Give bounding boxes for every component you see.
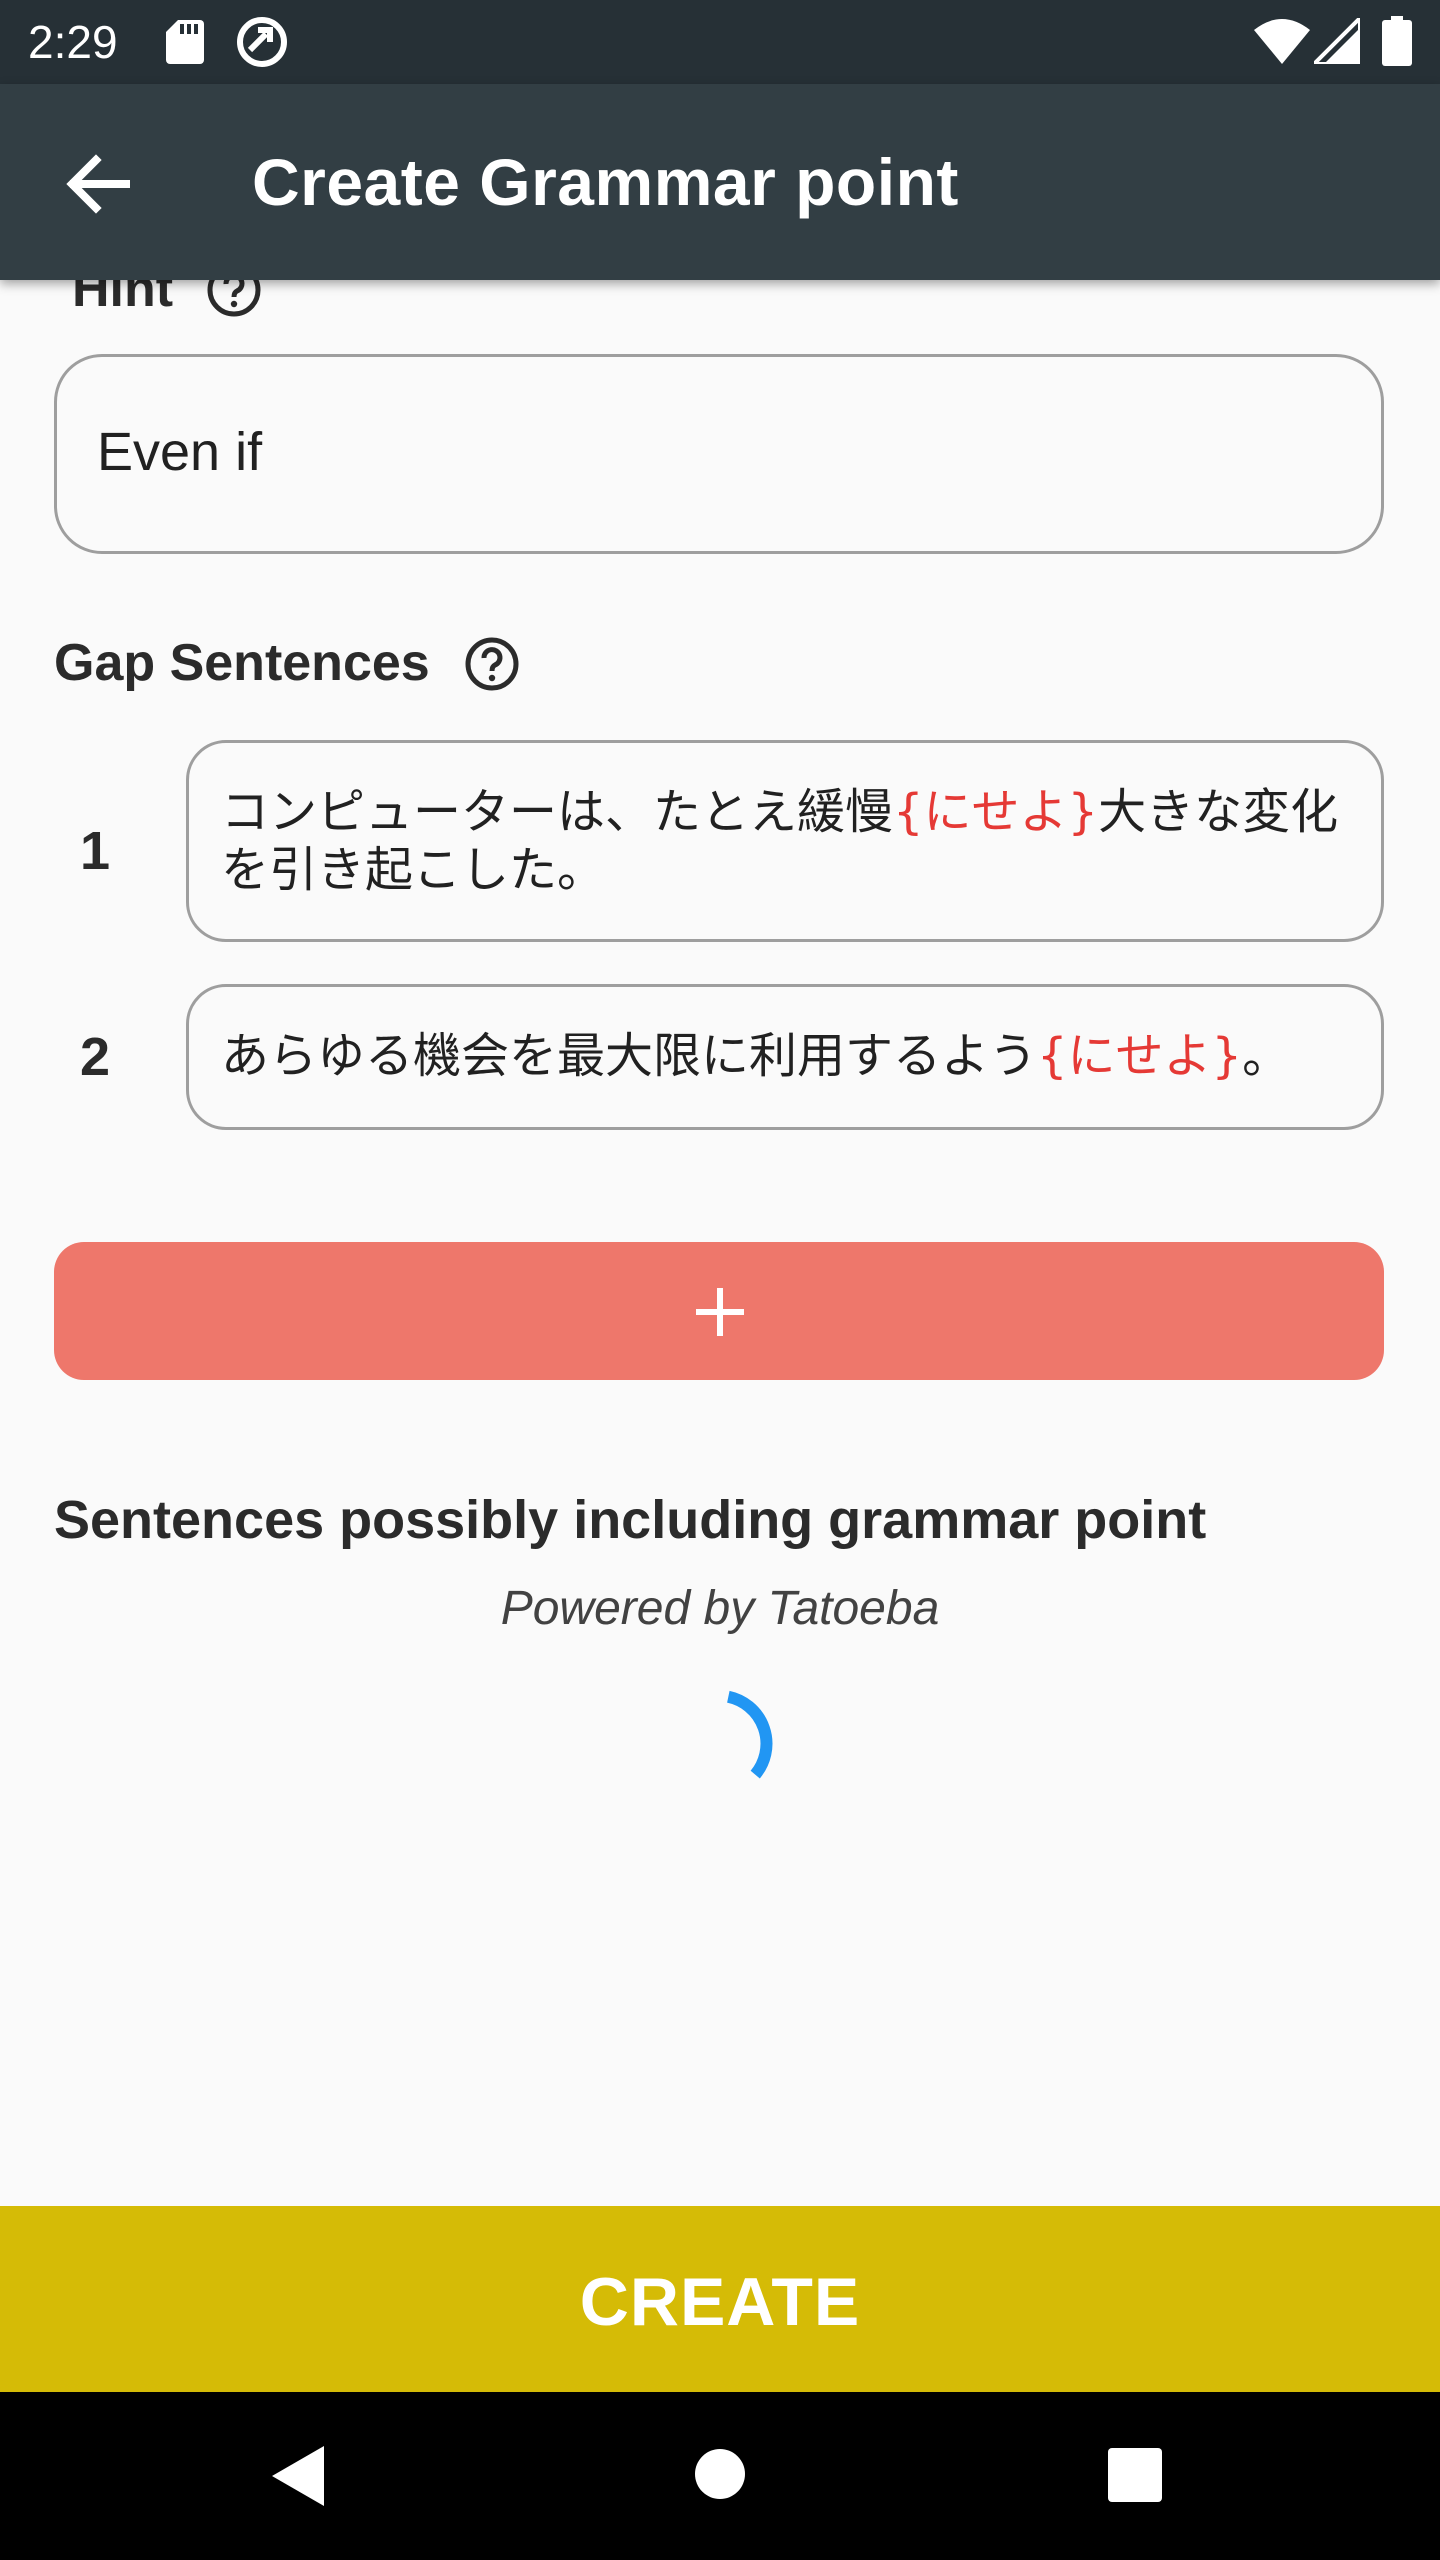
back-button[interactable] [56, 142, 140, 226]
help-icon[interactable] [206, 280, 262, 318]
sentence-index: 1 [80, 821, 111, 881]
sentence-index: 2 [80, 1027, 111, 1087]
add-sentence-button[interactable] [54, 1242, 1384, 1380]
loading-spinner [726, 1690, 773, 1779]
sd-card-icon [166, 20, 204, 64]
sync-icon [237, 17, 287, 67]
hint-label: Hint [72, 280, 174, 318]
nav-home-icon[interactable] [694, 2448, 746, 2500]
create-button-label: CREATE [579, 2264, 861, 2340]
suggestions-title: Sentences possibly including grammar poi… [54, 1490, 1207, 1550]
battery-icon [1382, 16, 1412, 66]
arrow-back-icon [66, 154, 130, 214]
status-time: 2:29 [28, 16, 118, 68]
gap-sentence-input[interactable]: コンピューターは、たとえ緩慢{にせよ}大きな変化を引き起こした。 [186, 740, 1384, 942]
plus-icon [696, 1288, 744, 1336]
nav-back-icon[interactable] [270, 2444, 326, 2508]
sentence-gap-text: {にせよ} [893, 784, 1099, 840]
sentence-text-before: コンピューターは、たとえ緩慢 [221, 784, 894, 840]
sentence-text-before: あらゆる機会を最大限に利用するよう [221, 1028, 1038, 1084]
app-bar: Create Grammar point [0, 84, 1440, 280]
sentence-text-after: 。 [1242, 1028, 1291, 1084]
system-nav-bar [0, 2392, 1440, 2560]
form-content[interactable]: Hint Even if Gap Sentences 1 コンピューターは、たと… [0, 280, 1440, 2206]
nav-recents-icon[interactable] [1108, 2448, 1162, 2502]
signal-icon [1314, 18, 1360, 64]
hint-input-value: Even if [97, 422, 263, 482]
create-button[interactable]: CREATE [0, 2206, 1440, 2392]
gap-sentence-input[interactable]: あらゆる機会を最大限に利用するよう{にせよ}。 [186, 984, 1384, 1130]
wifi-icon [1254, 19, 1310, 64]
powered-by-label: Powered by Tatoeba [500, 1582, 940, 1635]
help-icon[interactable] [464, 636, 520, 692]
gap-sentences-label: Gap Sentences [54, 634, 430, 692]
sentence-gap-text: {にせよ} [1037, 1028, 1243, 1084]
hint-input[interactable]: Even if [54, 354, 1384, 554]
status-bar: 2:29 [0, 0, 1440, 84]
page-title: Create Grammar point [252, 145, 959, 219]
